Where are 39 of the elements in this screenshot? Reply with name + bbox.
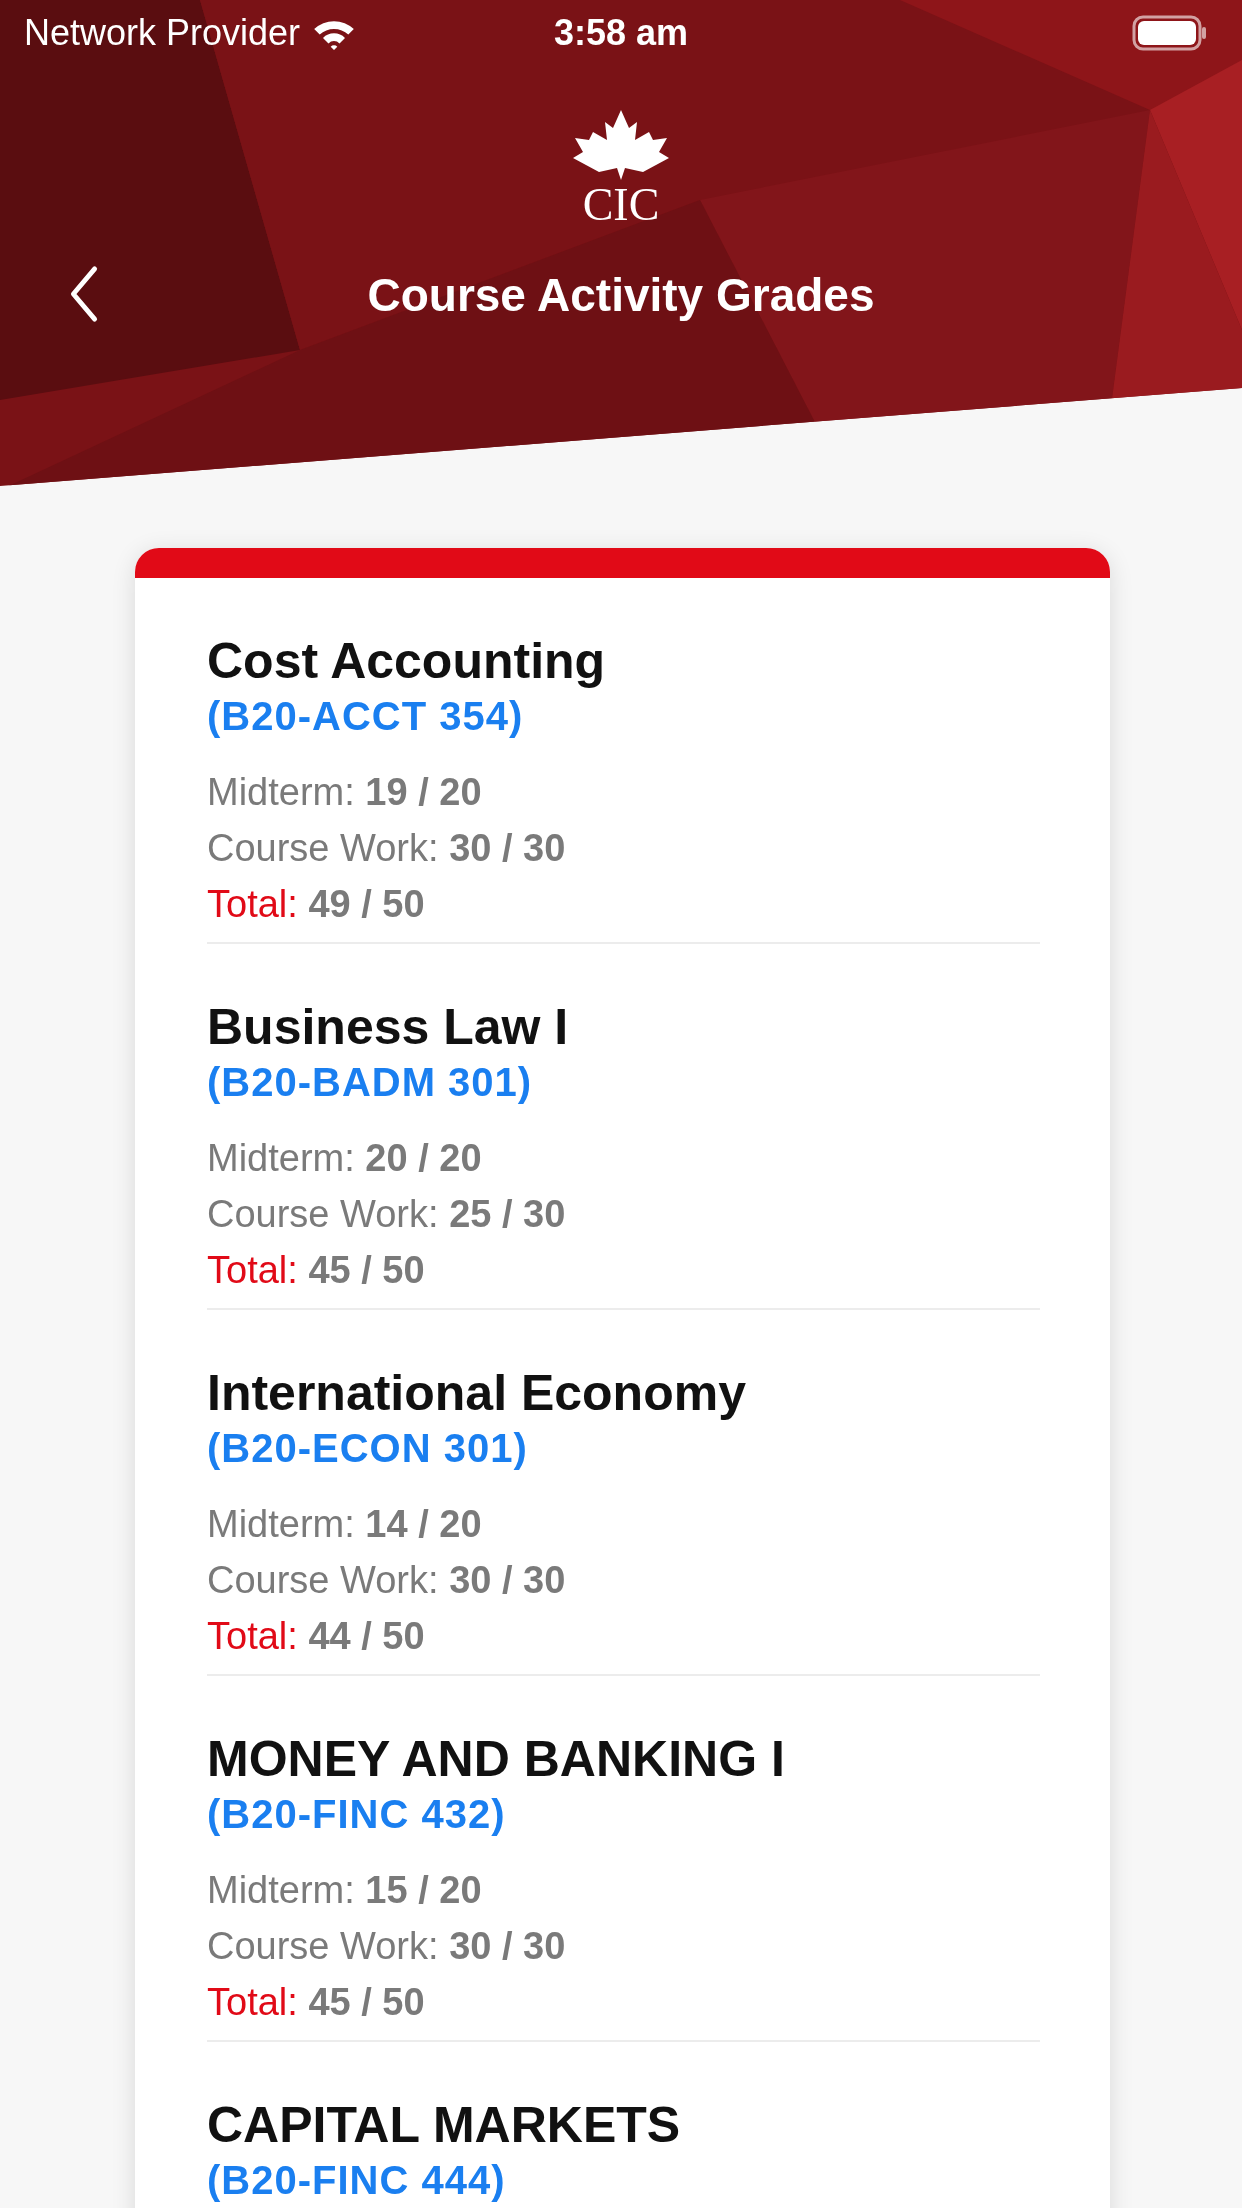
grade-value: 49 / 50 (308, 883, 425, 925)
grade-value: 15 / 20 (365, 1869, 482, 1911)
course-name: Cost Accounting (207, 632, 607, 690)
course-code: (B20-BADM 301) (207, 1059, 534, 1106)
course-name: CAPITAL MARKETS (207, 2096, 682, 2154)
grade-label: Course Work: (207, 1925, 439, 1967)
course-name: Business Law I (207, 998, 570, 1056)
logo-text: CIC (582, 182, 660, 228)
grade-value: 20 / 20 (365, 1137, 482, 1179)
grade-label: Midterm: (207, 771, 355, 813)
grade-value: 25 / 30 (449, 1193, 566, 1235)
course-code: (B20-ECON 301) (207, 1425, 529, 1472)
grade-value: 30 / 30 (449, 827, 566, 869)
grade-label: Course Work: (207, 1559, 439, 1601)
course-name: MONEY AND BANKING I (207, 1730, 786, 1788)
carrier-name: Network Provider (24, 12, 301, 54)
grade-label: Midterm: (207, 1503, 355, 1545)
grade-value: 19 / 20 (365, 771, 482, 813)
grade-label: Total: (207, 883, 298, 925)
page-title: Course Activity Grades (367, 268, 875, 322)
grade-value: 30 / 30 (449, 1559, 566, 1601)
grade-label: Course Work: (207, 1193, 439, 1235)
course-name: International Economy (207, 1364, 747, 1422)
grade-label: Midterm: (207, 1869, 355, 1911)
battery-icon (1132, 15, 1208, 51)
status-time: 3:58 am (553, 12, 689, 54)
course-code: (B20-FINC 432) (207, 1791, 507, 1838)
grade-value: 45 / 50 (308, 1981, 425, 2023)
course-code: (B20-ACCT 354) (207, 693, 525, 740)
grade-value: 44 / 50 (308, 1615, 425, 1657)
grade-label: Course Work: (207, 827, 439, 869)
grade-label: Total: (207, 1249, 298, 1291)
grade-value: 14 / 20 (365, 1503, 482, 1545)
grade-label: Total: (207, 1615, 298, 1657)
grade-value: 45 / 50 (308, 1249, 425, 1291)
course-code: (B20-FINC 444) (207, 2157, 507, 2204)
grade-value: 30 / 30 (449, 1925, 566, 1967)
grade-label: Total: (207, 1981, 298, 2023)
grade-label: Midterm: (207, 1137, 355, 1179)
